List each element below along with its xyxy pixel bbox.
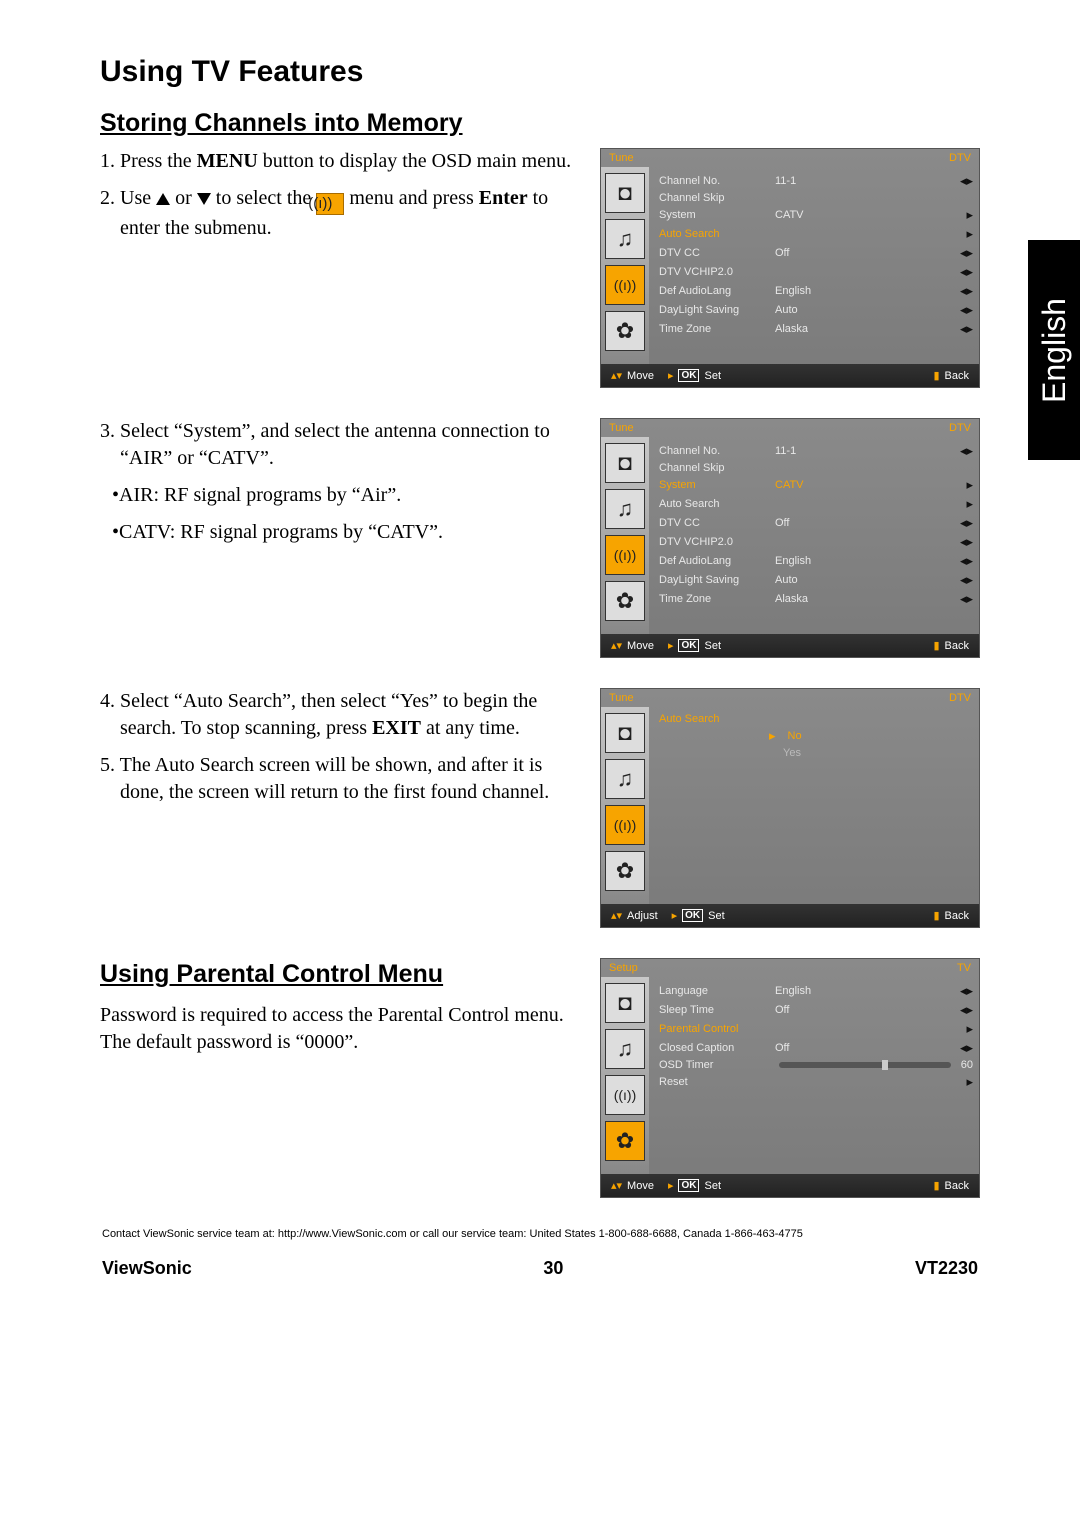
osd-tab-1: ♫ — [605, 1029, 645, 1069]
step-5: 5. The Auto Search screen will be shown,… — [100, 752, 580, 806]
up-triangle-icon — [156, 193, 170, 205]
osd-screenshot-1: TuneDTV ◘♫((ı))✿Channel No.11-1◂▸Channel… — [600, 148, 980, 388]
osd-screenshot-3: TuneDTV ◘♫((ı))✿ Auto Search ▸No Yes ▴▾A… — [600, 688, 980, 928]
section-heading-1: Storing Channels into Memory — [100, 109, 980, 138]
step-4: 4. Select “Auto Search”, then select “Ye… — [100, 688, 580, 742]
osd-tab-0: ◘ — [605, 713, 645, 753]
step-2: 2. Use or to select the ((ı)) menu and p… — [100, 185, 580, 242]
contact-line: Contact ViewSonic service team at: http:… — [100, 1228, 980, 1240]
section-heading-2: Using Parental Control Menu — [100, 958, 580, 992]
osd-tab-1: ♫ — [605, 489, 645, 529]
down-triangle-icon — [197, 193, 211, 205]
osd-tab-2: ((ı)) — [605, 1075, 645, 1115]
osd-tab-2: ((ı)) — [605, 265, 645, 305]
osd-tab-3: ✿ — [605, 1121, 645, 1161]
osd-tab-0: ◘ — [605, 983, 645, 1023]
bullet-air: •AIR: RF signal programs by “Air”. — [100, 482, 580, 509]
footer-page: 30 — [543, 1258, 563, 1279]
osd-tab-3: ✿ — [605, 581, 645, 621]
osd-tab-0: ◘ — [605, 443, 645, 483]
parental-body: Password is required to access the Paren… — [100, 1002, 580, 1056]
osd-screenshot-2: TuneDTV ◘♫((ı))✿Channel No.11-1◂▸Channel… — [600, 418, 980, 658]
footer-model: VT2230 — [915, 1258, 978, 1279]
osd-tab-2: ((ı)) — [605, 535, 645, 575]
step-1: 1. Press the MENU button to display the … — [100, 148, 580, 175]
osd-tab-1: ♫ — [605, 759, 645, 799]
osd-tab-0: ◘ — [605, 173, 645, 213]
osd-screenshot-4: SetupTV ◘♫((ı))✿LanguageEnglish◂▸Sleep T… — [600, 958, 980, 1198]
language-tab: English — [1028, 240, 1080, 460]
bullet-catv: •CATV: RF signal programs by “CATV”. — [100, 519, 580, 546]
antenna-icon: ((ı)) — [316, 193, 344, 215]
step-3: 3. Select “System”, and select the anten… — [100, 418, 580, 472]
osd-tab-2: ((ı)) — [605, 805, 645, 845]
osd-tab-1: ♫ — [605, 219, 645, 259]
page-title: Using TV Features — [100, 55, 980, 89]
osd-tab-3: ✿ — [605, 851, 645, 891]
osd-tab-3: ✿ — [605, 311, 645, 351]
footer-brand: ViewSonic — [102, 1258, 192, 1279]
